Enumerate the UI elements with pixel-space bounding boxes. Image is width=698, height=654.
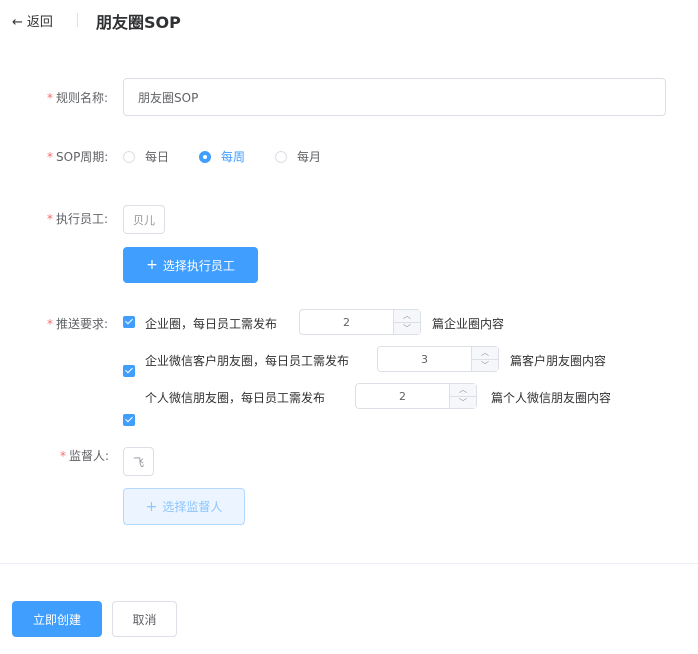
supervisor-label: * 监督人: — [60, 449, 110, 463]
header-divider — [77, 13, 78, 27]
decrease-icon[interactable]: ﹀ — [450, 397, 476, 409]
rule-name-label: * 规则名称: — [47, 91, 109, 105]
plus-icon: + — [146, 257, 158, 273]
stepper-controls: ︿ ﹀ — [393, 310, 420, 334]
radio-circle — [275, 150, 287, 163]
back-label: 返回 — [26, 15, 53, 30]
push-checkbox-customer[interactable] — [123, 365, 135, 377]
count-value[interactable]: 3 — [378, 347, 471, 371]
count-value[interactable]: 2 — [300, 310, 393, 334]
push-suffix-enterprise: 篇企业圈内容 — [432, 317, 505, 331]
required-star: * — [47, 91, 53, 105]
push-count-customer[interactable]: 3 ︿ ﹀ — [377, 346, 499, 372]
staff-tag[interactable]: 贝儿 — [123, 205, 165, 234]
required-star: * — [47, 317, 53, 331]
increase-icon[interactable]: ︿ — [472, 347, 498, 360]
push-requirement-label: * 推送要求: — [47, 317, 109, 331]
arrow-left-icon: ← — [12, 15, 23, 30]
increase-icon[interactable]: ︿ — [394, 310, 420, 323]
select-staff-button[interactable]: + 选择执行员工 — [123, 247, 258, 283]
required-star: * — [47, 150, 53, 164]
push-text-enterprise: 企业圈，每日员工需发布 — [145, 317, 278, 331]
push-count-enterprise[interactable]: 2 ︿ ﹀ — [299, 309, 421, 335]
count-value[interactable]: 2 — [356, 384, 449, 408]
required-star: * — [47, 212, 53, 226]
staff-label: * 执行员工: — [47, 212, 109, 226]
push-text-personal: 个人微信朋友圈，每日员工需发布 — [145, 391, 326, 405]
push-text-customer: 企业微信客户朋友圈，每日员工需发布 — [145, 354, 350, 368]
rule-name-input[interactable]: 朋友圈SOP — [123, 78, 666, 116]
radio-daily[interactable]: 每日 — [123, 148, 169, 165]
required-star: * — [60, 449, 66, 463]
footer-divider — [0, 563, 698, 564]
stepper-controls: ︿ ﹀ — [471, 347, 498, 371]
decrease-icon[interactable]: ﹀ — [394, 323, 420, 335]
sop-period-label: * SOP周期: — [47, 150, 109, 164]
push-suffix-personal: 篇个人微信朋友圈内容 — [491, 391, 612, 405]
supervisor-tag[interactable]: 飞 — [123, 447, 154, 476]
radio-monthly[interactable]: 每月 — [275, 148, 321, 165]
back-link[interactable]: ← 返回 — [12, 11, 53, 30]
push-count-personal[interactable]: 2 ︿ ﹀ — [355, 383, 477, 409]
push-checkbox-personal[interactable] — [123, 414, 135, 426]
plus-icon: + — [145, 498, 158, 515]
radio-circle — [199, 150, 211, 163]
push-suffix-customer: 篇客户朋友圈内容 — [510, 354, 607, 368]
cancel-button[interactable]: 取消 — [112, 601, 177, 637]
page-title: 朋友圈SOP — [96, 13, 181, 32]
radio-weekly[interactable]: 每周 — [199, 148, 245, 165]
decrease-icon[interactable]: ﹀ — [472, 360, 498, 372]
increase-icon[interactable]: ︿ — [450, 384, 476, 397]
stepper-controls: ︿ ﹀ — [449, 384, 476, 408]
select-supervisor-button[interactable]: + 选择监督人 — [123, 488, 245, 525]
create-button[interactable]: 立即创建 — [12, 601, 102, 637]
radio-circle — [123, 150, 135, 163]
push-checkbox-enterprise[interactable] — [123, 316, 135, 328]
